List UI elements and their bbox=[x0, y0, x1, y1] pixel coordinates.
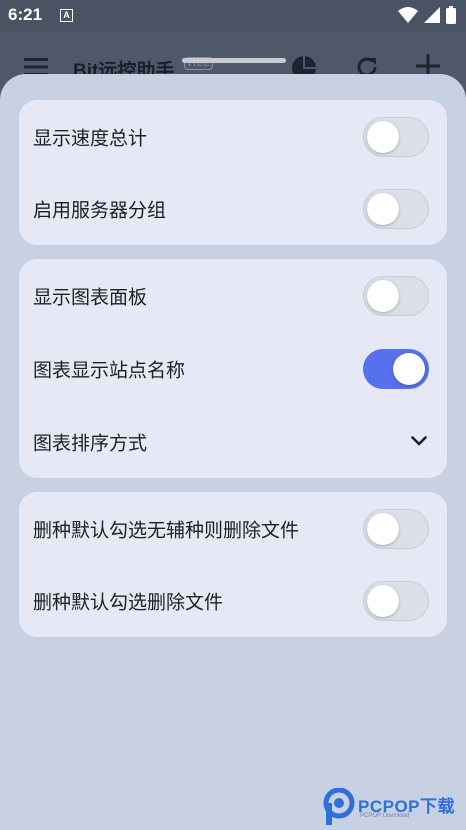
setting-label: 图表排序方式 bbox=[33, 432, 148, 454]
setting-label: 删种默认勾选删除文件 bbox=[33, 591, 224, 613]
delete-files-switch[interactable] bbox=[363, 580, 429, 621]
setting-label: 删种默认勾选无辅种则删除文件 bbox=[33, 519, 300, 541]
status-bar: 6:21 A bbox=[0, 0, 466, 32]
wifi-icon bbox=[398, 7, 418, 23]
status-time: 6:21 bbox=[8, 5, 43, 24]
switch-thumb bbox=[367, 120, 399, 153]
setting-label: 显示速度总计 bbox=[33, 127, 148, 149]
setting-row-delete-files[interactable]: 删种默认勾选删除文件 bbox=[19, 564, 447, 637]
switch-thumb bbox=[367, 584, 399, 617]
setting-label: 启用服务器分组 bbox=[33, 199, 167, 221]
setting-label: 图表显示站点名称 bbox=[33, 359, 186, 381]
chart-panel-switch[interactable] bbox=[363, 275, 429, 316]
setting-row-chart-panel[interactable]: 显示图表面板 bbox=[19, 259, 447, 332]
setting-label: 显示图表面板 bbox=[33, 286, 148, 308]
switch-thumb bbox=[367, 192, 399, 225]
pcpop-logo-icon bbox=[323, 788, 355, 825]
setting-row-chart-site-name[interactable]: 图表显示站点名称 bbox=[19, 332, 447, 405]
switch-thumb bbox=[367, 279, 399, 312]
chevron-down-icon[interactable] bbox=[411, 435, 427, 447]
watermark: PCPOP下载 PCPOP Download bbox=[322, 786, 466, 830]
notification-a-icon: A bbox=[60, 9, 73, 22]
setting-row-chart-sort[interactable]: 图表排序方式 bbox=[19, 405, 447, 478]
delete-no-seed-switch[interactable] bbox=[363, 508, 429, 549]
chart-site-name-switch[interactable] bbox=[363, 348, 429, 389]
settings-sheet: 显示速度总计 启用服务器分组 显示图表面板 图表显示站点名称 图表排序方式 删种… bbox=[0, 58, 466, 830]
server-group-switch[interactable] bbox=[363, 188, 429, 229]
setting-row-server-group[interactable]: 启用服务器分组 bbox=[19, 172, 447, 245]
setting-row-speed-total[interactable]: 显示速度总计 bbox=[19, 100, 447, 173]
watermark-subtext: PCPOP Download bbox=[360, 813, 410, 819]
status-icons bbox=[398, 6, 456, 24]
battery-icon bbox=[446, 6, 456, 24]
settings-group-3: 删种默认勾选无辅种则删除文件 删种默认勾选删除文件 bbox=[19, 492, 447, 637]
setting-row-delete-no-seed[interactable]: 删种默认勾选无辅种则删除文件 bbox=[19, 492, 447, 565]
speed-total-switch[interactable] bbox=[363, 116, 429, 157]
switch-thumb bbox=[367, 512, 399, 545]
switch-thumb bbox=[393, 352, 425, 385]
settings-group-1: 显示速度总计 启用服务器分组 bbox=[19, 100, 447, 245]
signal-icon bbox=[424, 7, 440, 23]
drag-handle[interactable] bbox=[182, 58, 286, 63]
settings-group-2: 显示图表面板 图表显示站点名称 图表排序方式 bbox=[19, 259, 447, 478]
